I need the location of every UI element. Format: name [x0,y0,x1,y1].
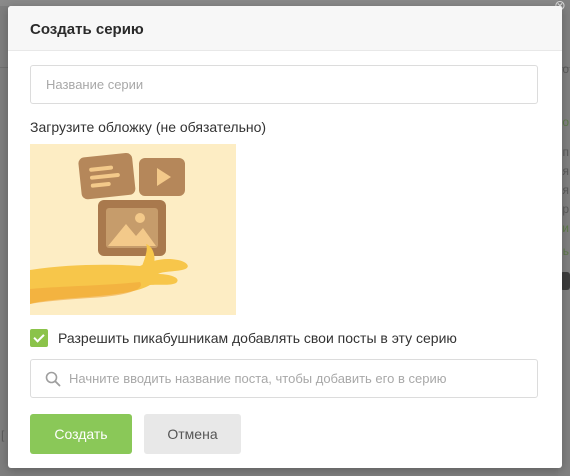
post-search-field[interactable] [30,359,538,398]
background-text: [ [1,428,5,442]
cover-upload-area[interactable] [30,144,236,315]
allow-users-checkbox-label: Разрешить пикабушникам добавлять свои по… [58,330,457,346]
cover-upload-label: Загрузите обложку (не обязательно) [30,119,267,135]
background-text: ь [562,244,569,258]
series-name-input[interactable] [30,65,538,104]
cancel-button[interactable]: Отмена [144,414,241,454]
create-series-modal: Создать серию Загрузите обложку (не обяз… [8,6,562,468]
text-card-icon [78,152,136,200]
background-text: п [562,145,570,159]
background-text: и [562,221,569,235]
image-card-icon [98,200,166,256]
allow-users-checkbox-row[interactable]: Разрешить пикабушникам добавлять свои по… [30,329,457,347]
background-text: я [562,183,570,197]
video-card-icon [139,158,185,196]
background-text: о [562,62,569,76]
create-button[interactable]: Создать [30,414,132,454]
post-search-input[interactable] [69,371,537,386]
background-divider [0,67,8,68]
background-text: р [562,202,569,216]
background-text: о [562,115,569,129]
search-icon [45,371,61,386]
cover-placeholder-illustration [30,152,188,304]
modal-header: Создать серию [8,6,562,51]
modal-title: Создать серию [30,21,144,38]
background-text: я [562,164,570,178]
allow-users-checkbox[interactable] [30,329,48,347]
